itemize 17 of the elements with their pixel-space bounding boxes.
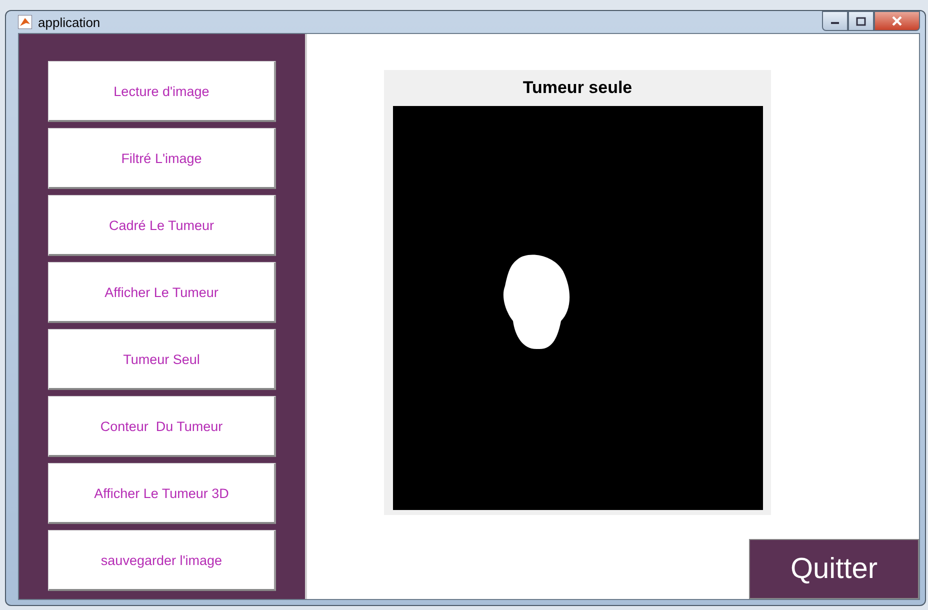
maximize-button[interactable] xyxy=(848,11,874,31)
sidebar-button[interactable]: Cadré Le Tumeur xyxy=(48,195,276,256)
sidebar-button[interactable]: sauvegarder l'image xyxy=(48,530,276,591)
sidebar-button[interactable]: Afficher Le Tumeur xyxy=(48,262,276,323)
quit-button[interactable]: Quitter xyxy=(749,539,919,599)
axes-title: Tumeur seule xyxy=(522,78,632,99)
minimize-button[interactable] xyxy=(822,11,848,31)
close-icon xyxy=(891,16,903,26)
sidebar-button[interactable]: Tumeur Seul xyxy=(48,329,276,390)
sidebar-button[interactable]: Filtré L'image xyxy=(48,128,276,189)
close-button[interactable] xyxy=(874,11,920,31)
sidebar-button[interactable]: Conteur Du Tumeur xyxy=(48,396,276,457)
maximize-icon xyxy=(856,16,866,26)
app-icon xyxy=(18,15,32,29)
sidebar-button[interactable]: Afficher Le Tumeur 3D xyxy=(48,463,276,524)
window-title: application xyxy=(38,14,100,30)
sidebar-button[interactable]: Lecture d'image xyxy=(48,61,276,122)
